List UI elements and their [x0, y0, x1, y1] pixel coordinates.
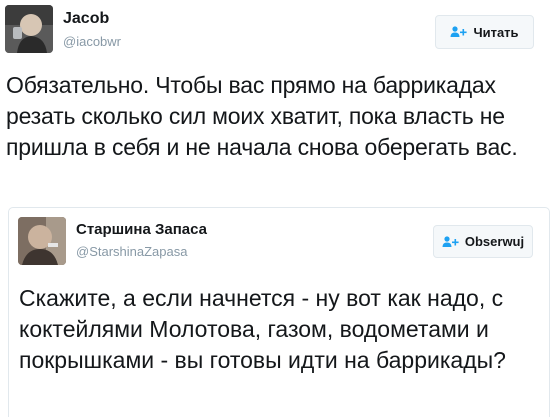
quoted-follow-button[interactable]: Obserwuj [433, 225, 533, 258]
follow-button[interactable]: Читать [435, 15, 534, 49]
quoted-author-name[interactable]: Старшина Запаса [76, 221, 207, 238]
author-handle[interactable]: @iacobwr [63, 34, 121, 49]
tweet-text: Обязательно. Чтобы вас прямо на баррикад… [6, 72, 518, 160]
quoted-tweet[interactable]: Старшина Запаса @StarshinaZapasa Obserwu… [8, 207, 550, 417]
follow-user-icon [450, 26, 468, 38]
follow-button-label: Читать [473, 24, 519, 40]
follow-user-icon [442, 235, 459, 248]
avatar[interactable] [5, 5, 53, 53]
quoted-follow-button-label: Obserwuj [464, 234, 525, 249]
tweet-card: Jacob @iacobwr Читать Обязательно. Чтобы… [0, 0, 556, 417]
quoted-author-handle[interactable]: @StarshinaZapasa [76, 244, 187, 259]
author-name[interactable]: Jacob [63, 10, 109, 28]
quoted-avatar[interactable] [18, 217, 66, 265]
quoted-tweet-text: Скажите, а если начнется - ну вот как на… [19, 285, 506, 373]
